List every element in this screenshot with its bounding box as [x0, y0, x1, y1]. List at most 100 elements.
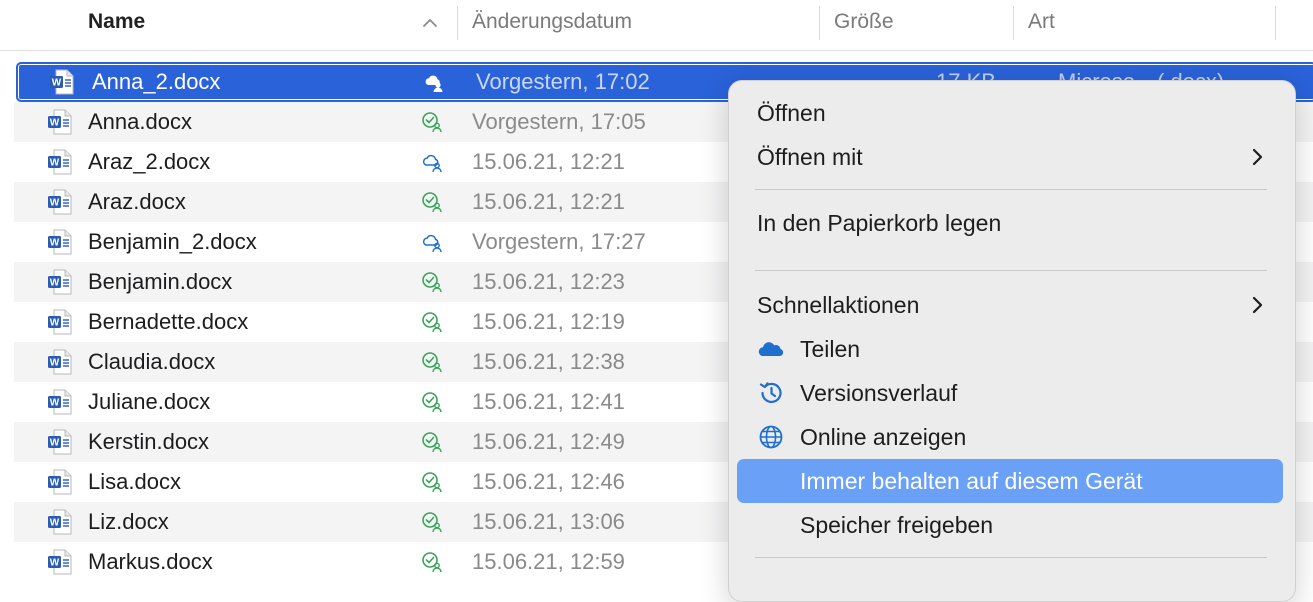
file-name: Anna_2.docx [92, 69, 221, 94]
column-divider[interactable] [457, 6, 458, 40]
word-document-icon: W [48, 229, 72, 255]
file-date: 15.06.21, 12:21 [472, 149, 625, 174]
file-date: 15.06.21, 12:38 [472, 349, 625, 374]
file-name: Benjamin_2.docx [88, 229, 257, 254]
svg-text:W: W [50, 118, 60, 129]
context-menu: Öffnen Öffnen mit In den Papierkorb lege… [728, 80, 1296, 602]
file-date: 15.06.21, 12:19 [472, 309, 625, 334]
cloud-shared-icon [425, 75, 443, 92]
file-date: 15.06.21, 12:21 [472, 189, 625, 214]
word-document-icon: W [48, 429, 72, 455]
chevron-right-icon [1252, 296, 1263, 314]
file-name: Juliane.docx [88, 389, 211, 414]
menu-item-quick-actions[interactable]: Schnellaktionen [737, 285, 1283, 325]
file-date: 15.06.21, 12:41 [472, 389, 625, 414]
word-document-icon: W [48, 469, 72, 495]
file-date: Vorgestern, 17:27 [472, 229, 646, 254]
file-date: Vorgestern, 17:02 [476, 69, 650, 94]
menu-item-label: Immer behalten auf diesem Gerät [800, 468, 1143, 494]
word-document-icon: W [48, 549, 72, 575]
svg-text:W: W [50, 558, 60, 569]
svg-text:W: W [50, 398, 60, 409]
menu-item-version-history[interactable]: Versionsverlauf [737, 373, 1283, 413]
svg-text:W: W [50, 358, 60, 369]
file-name: Kerstin.docx [88, 429, 210, 454]
word-document-icon: W [48, 109, 72, 135]
file-name: Araz_2.docx [88, 149, 211, 174]
svg-text:W: W [50, 478, 60, 489]
file-date: 15.06.21, 12:49 [472, 429, 625, 454]
synced-shared-icon [422, 512, 442, 533]
word-document-icon: W [48, 509, 72, 535]
svg-text:W: W [50, 238, 60, 249]
menu-item-always-keep-on-device[interactable]: Immer behalten auf diesem Gerät [737, 459, 1283, 503]
word-document-icon: W [48, 269, 72, 295]
svg-text:W: W [50, 518, 60, 529]
synced-shared-icon [422, 352, 442, 373]
file-name: Benjamin.docx [88, 269, 233, 294]
file-name: Markus.docx [88, 549, 213, 574]
menu-item-label: Schnellaktionen [757, 292, 920, 318]
menu-item-move-to-trash[interactable]: In den Papierkorb legen [737, 203, 1283, 243]
column-date-header[interactable]: Änderungsdatum [472, 0, 632, 46]
word-document-icon: W [48, 189, 72, 215]
svg-text:W: W [52, 78, 62, 89]
column-name-header[interactable]: Name [88, 0, 145, 46]
menu-item-label: Öffnen mit [757, 144, 863, 170]
cloud-shared-icon [422, 154, 442, 173]
menu-item-open-with[interactable]: Öffnen mit [737, 137, 1283, 177]
file-name: Bernadette.docx [88, 309, 249, 334]
synced-shared-icon [422, 552, 442, 573]
file-name: Lisa.docx [88, 469, 181, 494]
menu-item-label: In den Papierkorb legen [757, 210, 1002, 236]
synced-shared-icon [422, 472, 442, 493]
column-size-header[interactable]: Größe [834, 0, 894, 46]
menu-item-free-up-space[interactable]: Speicher freigeben [737, 505, 1283, 545]
synced-shared-icon [422, 192, 442, 213]
file-name: Liz.docx [88, 509, 169, 534]
menu-item-label: Online anzeigen [800, 424, 967, 450]
menu-item-view-online[interactable]: Online anzeigen [737, 417, 1283, 457]
column-kind-header[interactable]: Art [1028, 0, 1055, 46]
svg-text:W: W [50, 318, 60, 329]
file-date: 15.06.21, 13:06 [472, 509, 625, 534]
synced-shared-icon [422, 272, 442, 293]
menu-separator [755, 557, 1267, 558]
menu-separator [755, 270, 1267, 271]
synced-shared-icon [422, 312, 442, 333]
synced-shared-icon [422, 112, 442, 133]
menu-item-label: Versionsverlauf [800, 380, 958, 406]
column-header: Name Änderungsdatum Größe Art [0, 0, 1313, 51]
column-divider[interactable] [1275, 6, 1276, 40]
word-document-icon: W [48, 149, 72, 175]
word-document-icon: W [48, 389, 72, 415]
file-name: Araz.docx [88, 189, 186, 214]
history-icon [759, 382, 782, 403]
svg-text:W: W [50, 158, 60, 169]
word-document-icon: W [48, 309, 72, 335]
menu-item-label: Öffnen [757, 100, 826, 126]
file-name: Claudia.docx [88, 349, 216, 374]
file-date: 15.06.21, 12:59 [472, 549, 625, 574]
synced-shared-icon [422, 392, 442, 413]
menu-item-open[interactable]: Öffnen [737, 93, 1283, 133]
sort-ascending-icon[interactable] [419, 12, 441, 34]
cloud-shared-icon [422, 234, 442, 253]
file-date: Vorgestern, 17:05 [472, 109, 646, 134]
column-divider[interactable] [1013, 6, 1014, 40]
menu-item-share[interactable]: Teilen [737, 329, 1283, 369]
globe-icon [759, 425, 783, 449]
chevron-right-icon [1252, 148, 1263, 166]
svg-text:W: W [50, 278, 60, 289]
file-name: Anna.docx [88, 109, 192, 134]
file-date: 15.06.21, 12:46 [472, 469, 625, 494]
menu-item-label: Speicher freigeben [800, 512, 994, 538]
file-date: 15.06.21, 12:23 [472, 269, 625, 294]
svg-text:W: W [50, 198, 60, 209]
word-document-icon: W [50, 69, 74, 95]
synced-shared-icon [422, 432, 442, 453]
menu-separator [755, 189, 1267, 190]
menu-item-label: Teilen [800, 336, 861, 362]
column-divider[interactable] [819, 6, 820, 40]
svg-text:W: W [50, 438, 60, 449]
